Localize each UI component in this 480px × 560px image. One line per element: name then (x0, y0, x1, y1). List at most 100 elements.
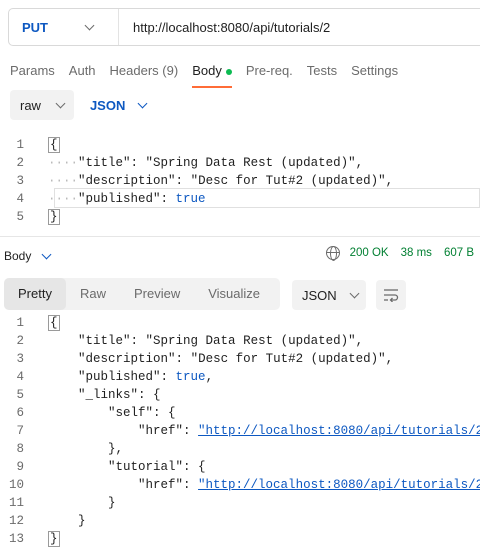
code-line: 4 "published": true, (0, 368, 480, 386)
response-section-label[interactable]: Body (4, 249, 31, 263)
brace: } (48, 531, 60, 547)
gutter (38, 172, 48, 190)
json-key: "title" (78, 334, 131, 348)
brace: } (78, 514, 86, 528)
method-select[interactable]: PUT (9, 9, 119, 45)
chevron-down-icon (349, 288, 360, 298)
tab-settings[interactable]: Settings (351, 60, 398, 86)
tab-label: Tests (306, 63, 338, 78)
tab-auth[interactable]: Auth (69, 60, 96, 86)
tab-raw[interactable]: Raw (66, 278, 120, 310)
line-number: 12 (8, 514, 24, 528)
status-badge[interactable]: 200 OK (350, 247, 389, 259)
json-colon: : (130, 334, 146, 348)
line-number: 5 (16, 210, 24, 224)
chevron-down-icon (137, 98, 148, 108)
gutter (38, 494, 48, 512)
gutter (38, 314, 48, 332)
tab-label: Body (192, 63, 222, 78)
globe-icon[interactable] (325, 246, 340, 261)
line-number: 3 (16, 352, 24, 366)
response-body-viewer[interactable]: 1{2 "title": "Spring Data Rest (updated)… (0, 314, 480, 548)
tab-params[interactable]: Params (10, 60, 55, 86)
line-number: 7 (16, 424, 24, 438)
tab-tests[interactable]: Tests (307, 60, 337, 86)
code-line: 13} (0, 530, 480, 548)
line-number: 5 (16, 388, 24, 402)
json-value: "Spring Data Rest (updated)" (145, 156, 356, 170)
line-content: "tutorial": { (48, 458, 206, 476)
wrap-lines-button[interactable] (376, 280, 406, 310)
line-content: }, (48, 440, 123, 458)
tab-label: Headers (9) (109, 63, 179, 78)
gutter (38, 422, 48, 440)
line-content: } (48, 208, 60, 226)
gutter (38, 136, 48, 154)
line-number: 1 (16, 138, 24, 152)
gutter (38, 190, 48, 208)
gutter (38, 476, 48, 494)
gutter (38, 458, 48, 476)
gutter (38, 208, 48, 226)
tab-pre-req[interactable]: Pre-req. (246, 60, 293, 86)
body-mode-label: raw (20, 97, 41, 113)
chevron-down-icon (84, 20, 95, 30)
json-value: "Desc for Tut#2 (updated)" (190, 174, 386, 188)
json-colon: : (175, 352, 191, 366)
code-line: 3 ····"description": "Desc for Tut#2 (upd… (0, 172, 480, 190)
tab-label: Params (10, 63, 55, 78)
json-colon: : (183, 424, 199, 438)
url-input[interactable] (119, 19, 469, 35)
body-language-label: JSON (89, 97, 126, 113)
tab-body[interactable]: Body (192, 60, 232, 88)
json-key: "title" (78, 156, 131, 170)
body-language-select[interactable]: JSON (84, 90, 152, 120)
tab-headers-9[interactable]: Headers (9) (110, 60, 179, 86)
href-link[interactable]: "http://localhost:8080/api/tutorials/2" (198, 424, 480, 438)
modified-dot-icon (225, 68, 232, 75)
pane-divider[interactable] (0, 236, 480, 237)
line-number: 13 (8, 532, 24, 546)
json-key: "published" (78, 370, 161, 384)
gutter (38, 350, 48, 368)
line-number: 2 (16, 156, 24, 170)
response-format-select[interactable]: JSON (292, 280, 366, 310)
response-view-tabs: Pretty Raw Preview Visualize (4, 278, 280, 310)
line-number: 11 (8, 496, 24, 510)
line-content: "_links": { (48, 386, 161, 404)
tab-label: Pre-req. (245, 63, 293, 78)
chevron-down-icon[interactable] (41, 249, 52, 259)
json-comma: , (385, 352, 394, 366)
request-tabs: Params Auth Headers (9) Body Pre-req. Tests Se… (10, 60, 412, 88)
brace: } (108, 496, 116, 510)
tab-preview[interactable]: Preview (120, 278, 194, 310)
code-line: 5} (0, 208, 480, 226)
line-content: "title": "Spring Data Rest (updated)", (48, 332, 363, 350)
href-link[interactable]: "http://localhost:8080/api/tutorials/2" (198, 478, 480, 492)
code-line: 1{ (0, 314, 480, 332)
json-key: "description" (78, 352, 176, 366)
response-size[interactable]: 607 B (444, 247, 474, 259)
body-mode-select[interactable]: raw (10, 90, 74, 120)
code-line: 4 ····"published": true (0, 190, 480, 208)
tab-pretty[interactable]: Pretty (4, 278, 66, 310)
json-key: "tutorial" (108, 460, 184, 474)
code-line: 9 "tutorial": { (0, 458, 480, 476)
line-content: ····"title": "Spring Data Rest (updated)… (48, 154, 363, 172)
wrap-lines-icon (384, 289, 399, 302)
json-comma: , (355, 334, 364, 348)
request-body-editor[interactable]: 1{2 ····"title": "Spring Data Rest (updat… (0, 136, 480, 226)
brace: }, (108, 442, 124, 456)
code-line: 7 "href": "http://localhost:8080/api/tut… (0, 422, 480, 440)
tab-visualize[interactable]: Visualize (194, 278, 274, 310)
line-number: 3 (16, 174, 24, 188)
response-time[interactable]: 38 ms (401, 247, 432, 259)
